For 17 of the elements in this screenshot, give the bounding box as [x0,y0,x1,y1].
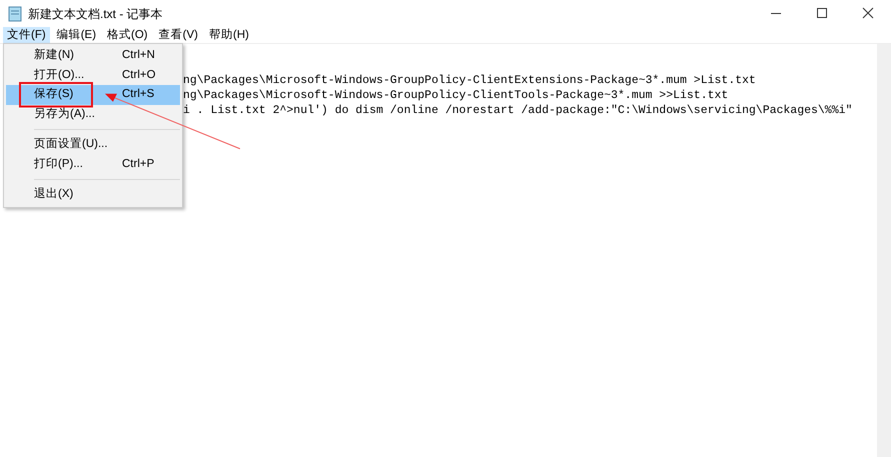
menu-item[interactable]: 打开(O)... Ctrl+O [6,66,180,85]
menu-item[interactable]: 保存(S) Ctrl+S [6,85,180,104]
code-line: ng\Packages\Microsoft-Windows-GroupPolicy-ClientTools-Package~3*.mum >>List.txt [183,88,728,103]
menu-item[interactable]: 帮助(H) [204,27,253,43]
code-line: i . List.txt 2^>nul') do dism /online /norestart /add-package:"C:\Windows\servicing\Packages\%%i" [183,103,852,118]
menu-item[interactable]: 页面设置(U)... [6,135,180,154]
menu-item[interactable]: 编辑(E) [52,27,100,43]
menu-item[interactable]: 新建(N) Ctrl+N [6,46,180,66]
notepad-icon [8,6,22,22]
menu-item[interactable]: 打印(P)... Ctrl+P [6,154,180,174]
window-title: 新建文本文档.txt - 记事本 [28,6,163,22]
menu-item[interactable]: 格式(O) [103,27,152,43]
menu-item[interactable]: 退出(X) [6,185,180,204]
menu-item[interactable]: 查看(V) [154,27,202,43]
menu-item[interactable]: 另存为(A)... [6,104,180,124]
menu-item[interactable]: 文件(F) [3,27,50,43]
code-line: ng\Packages\Microsoft-Windows-GroupPolicy-ClientExtensions-Package~3*.mum >List.txt [183,73,756,88]
